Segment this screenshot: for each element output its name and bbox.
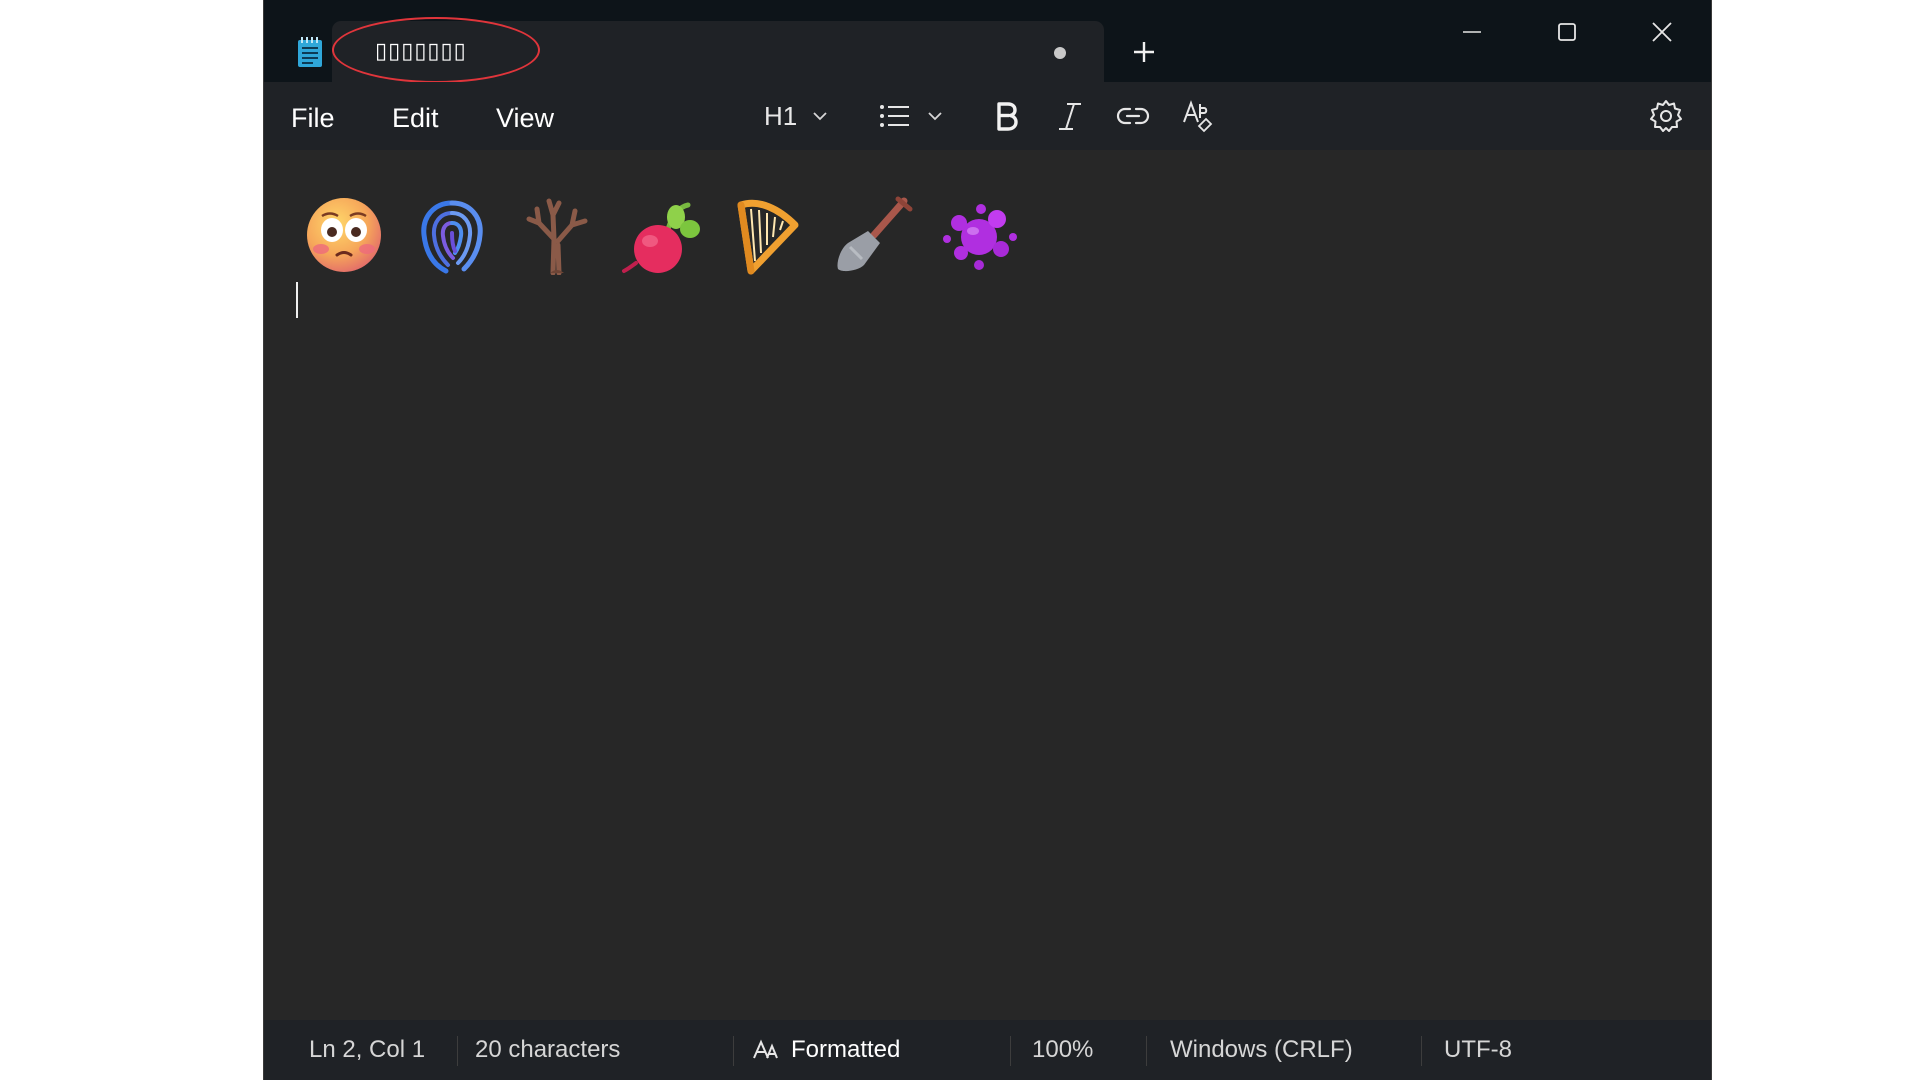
text-format-icon[interactable] [751, 1034, 781, 1064]
list-dropdown[interactable] [878, 98, 946, 134]
notepad-window: ▯▯▯▯▯▯▯ File Edit View H1 Ln 2, Col 1 20… [263, 0, 1712, 1080]
status-divider [1146, 1036, 1147, 1066]
zoom-level[interactable]: 100% [1032, 1036, 1093, 1064]
purple-splatter-icon [943, 204, 1017, 270]
status-divider [1010, 1036, 1011, 1066]
format-mode[interactable]: Formatted [791, 1036, 900, 1064]
chevron-down-icon [928, 112, 942, 121]
chevron-down-icon [813, 112, 827, 121]
fingerprint-icon [421, 200, 483, 274]
notepad-app-icon [298, 37, 322, 67]
bulleted-list-icon [880, 105, 909, 127]
heading-dropdown[interactable]: H1 [764, 98, 831, 134]
link-icon[interactable] [1116, 98, 1150, 134]
cursor-position: Ln 2, Col 1 [309, 1036, 426, 1063]
tab-title: ▯▯▯▯▯▯▯ [375, 39, 467, 64]
minimize-button[interactable] [1444, 10, 1500, 54]
menu-edit[interactable]: Edit [392, 103, 439, 134]
new-tab-plus-icon[interactable] [1130, 38, 1158, 66]
status-divider [733, 1036, 734, 1066]
italic-icon[interactable] [1055, 98, 1085, 134]
maximize-icon [1558, 23, 1576, 41]
title-bar: ▯▯▯▯▯▯▯ [264, 0, 1711, 83]
encoding[interactable]: UTF-8 [1444, 1036, 1512, 1064]
editor-area[interactable] [264, 150, 1711, 1020]
beet-icon [622, 202, 700, 273]
unsaved-indicator-icon[interactable] [1054, 47, 1066, 59]
leafless-tree-icon [526, 198, 588, 275]
menu-toolbar: File Edit View H1 [264, 82, 1711, 150]
heading-label: H1 [764, 100, 798, 131]
minimize-icon [1463, 31, 1481, 33]
menu-file[interactable]: File [291, 103, 335, 134]
character-count: 20 characters [475, 1036, 621, 1063]
document-tab[interactable]: ▯▯▯▯▯▯▯ [332, 17, 1104, 83]
harp-icon [737, 199, 799, 275]
clear-formatting-icon[interactable] [1181, 98, 1215, 134]
shovel-icon [837, 196, 913, 272]
status-divider [457, 1036, 458, 1066]
status-bar: Ln 2, Col 1 20 characters Formatted 100%… [264, 1020, 1711, 1080]
close-button[interactable] [1634, 10, 1690, 54]
menu-view[interactable]: View [496, 103, 554, 134]
settings-gear-icon[interactable] [1648, 98, 1684, 134]
maximize-button[interactable] [1539, 10, 1595, 54]
text-caret [296, 282, 298, 318]
line-ending[interactable]: Windows (CRLF) [1170, 1036, 1353, 1064]
flushed-face-icon [307, 198, 381, 272]
close-icon [1652, 22, 1672, 42]
bold-icon[interactable] [991, 98, 1021, 134]
status-divider [1421, 1036, 1422, 1066]
